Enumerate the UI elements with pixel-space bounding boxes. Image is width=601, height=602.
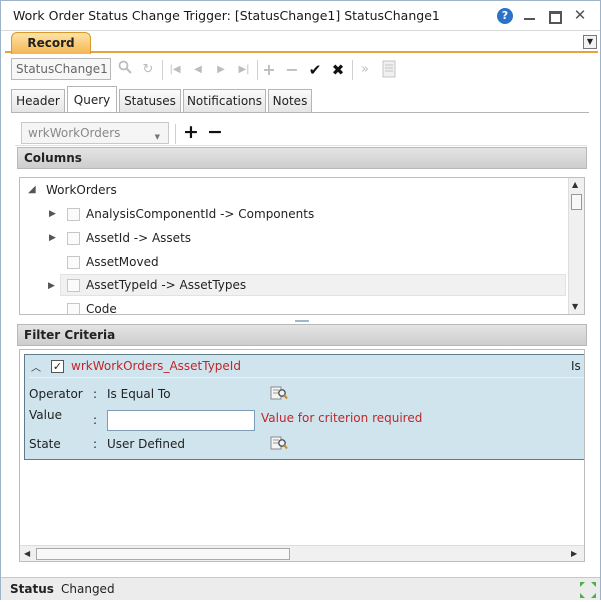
close-icon[interactable]: ✕ [571, 7, 589, 25]
delete-record-icon[interactable]: − [282, 60, 302, 80]
tab-header[interactable]: Header [11, 89, 65, 112]
state-value: User Defined [107, 437, 185, 451]
state-label: State [29, 437, 61, 451]
lookup-icon[interactable] [270, 435, 288, 451]
window-title: Work Order Status Change Trigger: [Statu… [13, 8, 440, 23]
more-actions-icon[interactable]: » [355, 60, 375, 80]
operator-label: Operator [29, 387, 83, 401]
chevron-down-icon: ▼ [154, 133, 160, 141]
tab-notifications[interactable]: Notifications [183, 89, 266, 112]
lookup-icon[interactable] [270, 385, 288, 401]
criterion-truncated-text: Is [571, 359, 581, 373]
toolbar-divider [257, 60, 258, 80]
collapse-chevron-icon[interactable]: ︿ [31, 359, 41, 374]
expand-triangle-icon[interactable]: ▶ [48, 275, 55, 297]
toolbar-divider [352, 60, 353, 80]
tab-notes[interactable]: Notes [268, 89, 312, 112]
tree-item[interactable]: Code [20, 298, 568, 315]
column-checkbox[interactable] [67, 232, 80, 245]
filter-criteria-header: Filter Criteria [17, 324, 587, 346]
criterion-name: wrkWorkOrders_AssetTypeId [71, 359, 241, 373]
value-label: Value [29, 408, 62, 422]
search-icon[interactable] [115, 60, 135, 80]
tab-statuses[interactable]: Statuses [119, 89, 181, 112]
criterion-checkbox[interactable]: ✓ [51, 360, 64, 373]
record-tab[interactable]: Record [11, 32, 91, 54]
help-icon[interactable]: ? [497, 8, 513, 24]
chevron-down-icon[interactable]: ▼ [583, 35, 597, 49]
criterion-card: ︿ ✓ wrkWorkOrders_AssetTypeId Is Operato… [24, 354, 584, 460]
status-value: Changed [61, 582, 115, 596]
next-record-icon[interactable]: ▶ [211, 60, 231, 80]
remove-source-button[interactable]: − [207, 121, 223, 143]
source-divider [175, 124, 176, 144]
filter-criteria-area: ︿ ✓ wrkWorkOrders_AssetTypeId Is Operato… [19, 349, 585, 562]
filter-horizontal-scrollbar[interactable]: ◀ ▶ [20, 545, 584, 561]
status-bar: Status Changed [1, 577, 600, 600]
tab-divider [11, 112, 589, 113]
state-colon: : [93, 437, 98, 451]
scroll-thumb[interactable] [36, 548, 290, 560]
tree-item[interactable]: AssetMoved [20, 251, 568, 273]
tree-item-label: AssetMoved [86, 255, 159, 269]
tree-root-row[interactable]: ◢ WorkOrders [20, 179, 568, 201]
columns-header: Columns [17, 147, 587, 169]
source-select[interactable]: wrkWorkOrders ▼ [21, 122, 169, 144]
operator-value: Is Equal To [107, 387, 171, 401]
tree-item-label: AssetTypeId -> AssetTypes [86, 278, 247, 292]
tree-item[interactable]: ▶ AssetId -> Assets [20, 227, 568, 249]
criterion-divider [29, 377, 584, 378]
cancel-x-icon[interactable]: ✖ [328, 60, 348, 80]
previous-record-icon[interactable]: ◀ [188, 60, 208, 80]
scroll-right-icon[interactable]: ▶ [571, 549, 577, 558]
first-record-icon[interactable]: |◀ [165, 60, 185, 80]
maximize-icon[interactable] [546, 7, 564, 25]
tree-item-label: AnalysisComponentId -> Components [86, 207, 315, 221]
query-panel: wrkWorkOrders ▼ + − Columns ◢ WorkOrders… [15, 115, 588, 562]
status-label: Status [10, 582, 54, 596]
operator-colon: : [93, 387, 98, 401]
source-select-value: wrkWorkOrders [28, 126, 121, 140]
column-checkbox[interactable] [67, 303, 80, 314]
scroll-thumb[interactable] [571, 194, 582, 210]
notes-icon[interactable] [379, 60, 399, 80]
save-check-icon[interactable]: ✔ [305, 60, 325, 80]
trigger-window: Work Order Status Change Trigger: [Statu… [0, 0, 601, 600]
scroll-up-icon[interactable]: ▲ [572, 180, 578, 189]
expand-triangle-icon[interactable]: ▶ [49, 203, 56, 225]
tree-scrollbar[interactable]: ▲ ▼ [568, 178, 584, 314]
toolbar-divider [162, 60, 163, 80]
expand-arrows-icon[interactable] [579, 581, 597, 599]
tree-item-highlighted[interactable]: ▶ AssetTypeId -> AssetTypes [48, 274, 566, 296]
column-checkbox[interactable] [67, 256, 80, 269]
value-colon: : [93, 413, 98, 427]
column-checkbox[interactable] [67, 208, 80, 221]
value-error-message: Value for criterion required [261, 411, 423, 425]
last-record-icon[interactable]: ▶| [234, 60, 254, 80]
title-bar: Work Order Status Change Trigger: [Statu… [1, 1, 600, 31]
refresh-icon[interactable]: ↻ [138, 60, 158, 80]
scroll-down-icon[interactable]: ▼ [572, 302, 578, 311]
record-toolbar: StatusChange1 ↻ |◀ ◀ ▶ ▶| + − ✔ ✖ » [11, 58, 401, 82]
add-record-icon[interactable]: + [259, 60, 279, 80]
collapse-triangle-icon[interactable]: ◢ [28, 179, 36, 201]
column-checkbox[interactable] [67, 279, 80, 292]
criterion-value-input[interactable] [107, 410, 255, 431]
splitter-handle[interactable] [295, 320, 309, 322]
add-source-button[interactable]: + [183, 121, 199, 143]
expand-triangle-icon[interactable]: ▶ [49, 227, 56, 249]
record-strip: Record [5, 31, 598, 54]
minimize-icon[interactable] [521, 7, 539, 25]
columns-tree: ◢ WorkOrders ▶ AnalysisComponentId -> Co… [19, 177, 585, 315]
scroll-left-icon[interactable]: ◀ [24, 549, 30, 558]
record-name-field[interactable]: StatusChange1 [11, 58, 111, 80]
tree-item-label: AssetId -> Assets [86, 231, 192, 245]
tree-item[interactable]: ▶ AnalysisComponentId -> Components [20, 203, 568, 225]
tab-query[interactable]: Query [67, 86, 117, 113]
source-bar: wrkWorkOrders ▼ + − [15, 118, 587, 146]
tree-item-label: Code [86, 302, 117, 315]
tree-root-label: WorkOrders [46, 183, 117, 197]
